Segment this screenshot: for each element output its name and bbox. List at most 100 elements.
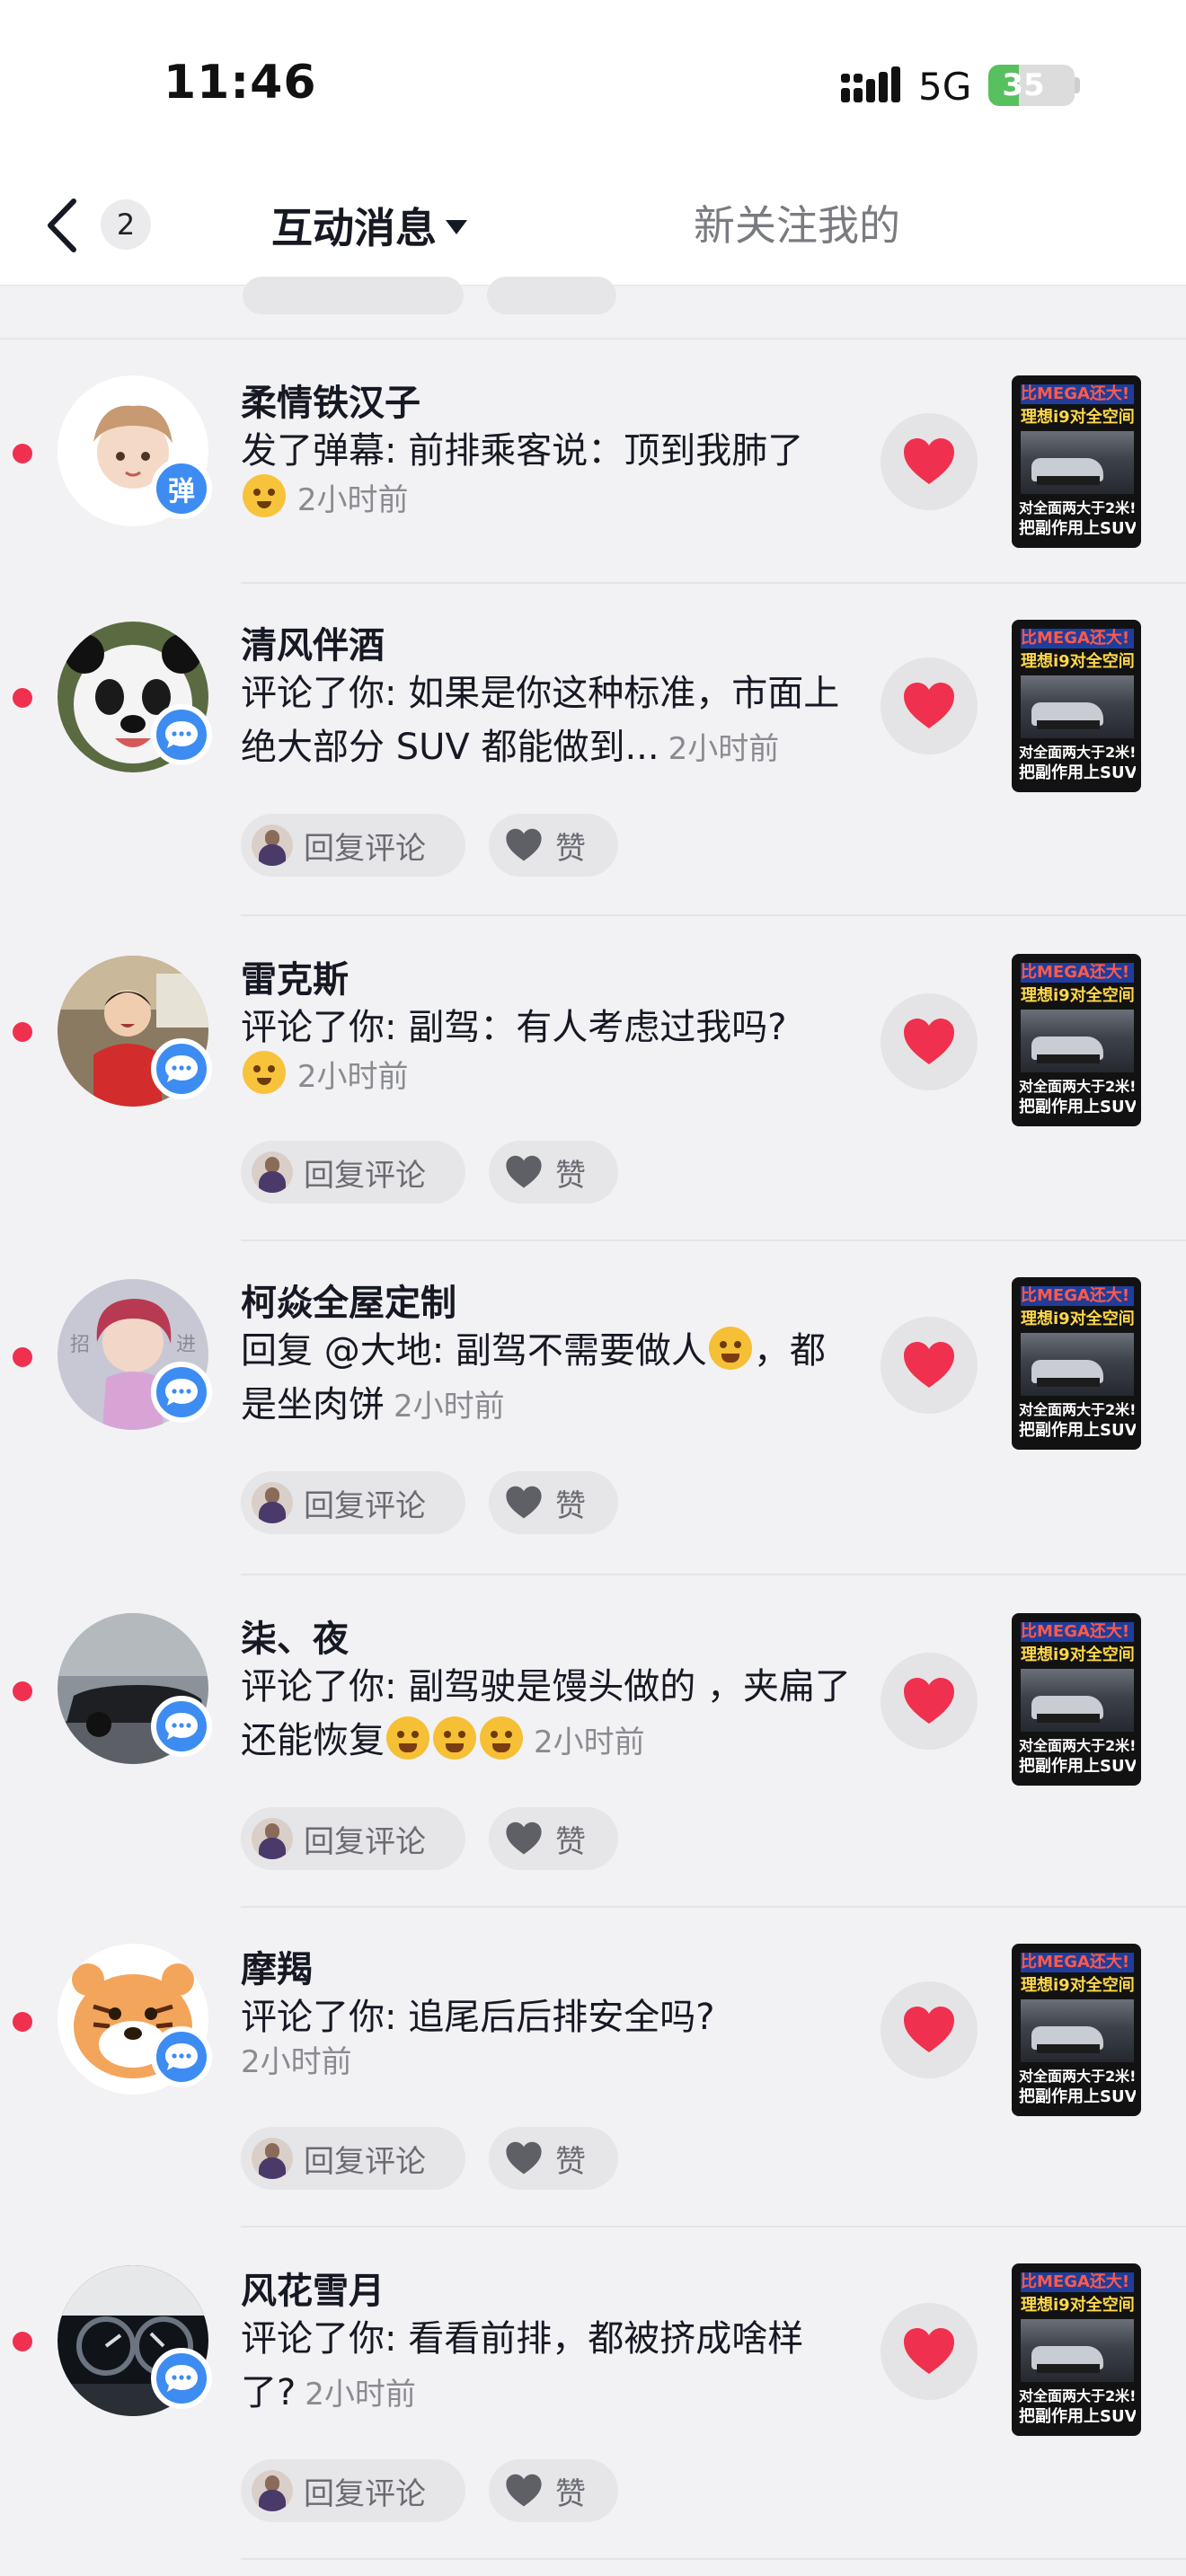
video-thumbnail[interactable]: 比MEGA还大! 理想i9对全空间 对全面两大于2米! 把副作用上SUV! (1012, 620, 1141, 792)
like-heart-button[interactable] (881, 413, 978, 510)
user-name[interactable]: 风花雪月 (241, 2262, 385, 2314)
message-text[interactable]: 评论了你: 副驾驶是馒头做的 ，夹扁了还能恢复 2小时前 (241, 1660, 852, 1769)
user-name[interactable]: 清风伴酒 (241, 616, 385, 668)
video-thumbnail[interactable]: 比MEGA还大! 理想i9对全空间 对全面两大于2米! 把副作用上SUV! (1012, 1944, 1141, 2116)
caret-down-icon[interactable] (446, 220, 467, 234)
thumb-car-image (1021, 675, 1134, 738)
message-text[interactable]: 评论了你: 追尾后后排安全吗? (241, 1990, 852, 2044)
message-row[interactable]: 招 进 柯焱全屋定制 回复 @大地: 副驾不需要做人 ，都是坐肉饼 2小时前 比ME… (0, 1241, 1186, 1575)
user-name[interactable]: 柯焱全屋定制 (241, 1274, 456, 1326)
clock: 11:46 (164, 56, 317, 110)
message-row[interactable]: 柒、夜 评论了你: 副驾驶是馒头做的 ，夹扁了还能恢复 2小时前 比MEGA还大!… (0, 1575, 1186, 1908)
time-ago: 2小时前 (296, 482, 409, 518)
heart-outline-icon (506, 2474, 542, 2507)
reply-label: 回复评论 (304, 1823, 426, 1860)
tab-interactions[interactable]: 互动消息 (271, 194, 467, 257)
like-label: 赞 (555, 1823, 586, 1860)
message-text[interactable]: 评论了你: 看看前排，都被挤成啥样了? 2小时前 (241, 2312, 852, 2422)
comment-icon (165, 1055, 198, 1082)
like-heart-button[interactable] (881, 657, 978, 754)
back-unread-count[interactable]: 2 (101, 199, 151, 250)
heart-icon (904, 1019, 954, 1064)
heart-outline-icon (506, 1486, 542, 1519)
unread-dot (13, 688, 32, 708)
thumb-car-image (1021, 431, 1134, 494)
like-heart-button[interactable] (881, 1317, 978, 1414)
reply-comment-button[interactable]: 回复评论 (241, 2459, 465, 2522)
unread-dot (13, 444, 32, 463)
heart-outline-icon (506, 1822, 542, 1855)
crying-laughing-emoji (708, 1327, 752, 1370)
like-comment-button[interactable]: 赞 (489, 1471, 618, 1534)
thumb-caption-1: 对全面两大于2米! (1019, 1737, 1136, 1754)
message-row[interactable]: 雷克斯 评论了你: 副驾：有人考虑过我吗? 2小时前 比MEGA还大! 理想i9… (0, 916, 1186, 1241)
thumb-title: 比MEGA还大! (1021, 1622, 1134, 1642)
message-text[interactable]: 回复 @大地: 副驾不需要做人 ，都是坐肉饼 2小时前 (241, 1324, 852, 1434)
nav-bar: 2 互动消息 新关注我的 (0, 171, 1186, 286)
thumb-subtitle: 理想i9对全空间 (1021, 652, 1134, 671)
comment-badge (151, 704, 212, 765)
video-thumbnail[interactable]: 比MEGA还大! 理想i9对全空间 对全面两大于2米! 把副作用上SUV! (1012, 375, 1141, 548)
video-thumbnail[interactable]: 比MEGA还大! 理想i9对全空间 对全面两大于2米! 把副作用上SUV! (1012, 1613, 1141, 1786)
message-row[interactable]: 摩羯 评论了你: 追尾后后排安全吗? 2小时前 比MEGA还大! 理想i9对全空… (0, 1908, 1186, 2228)
thumb-caption-2: 把副作用上SUV! (1019, 2087, 1136, 2106)
tab-new-followers[interactable]: 新关注我的 (694, 194, 900, 257)
reply-comment-button[interactable]: 回复评论 (241, 1807, 465, 1870)
comment-badge (151, 1038, 212, 1099)
like-heart-button[interactable] (881, 2303, 978, 2400)
user-name[interactable]: 摩羯 (241, 1940, 313, 1992)
user-name[interactable]: 柔情铁汉子 (241, 374, 420, 426)
thumb-caption-2: 把副作用上SUV! (1019, 1098, 1136, 1116)
message-row[interactable]: 弹 柔情铁汉子 发了弹幕: 前排乘客说：顶到我肺了 2小时前 比MEGA还大! … (0, 340, 1186, 584)
thumb-car-image (1021, 2319, 1134, 2382)
thumb-caption-1: 对全面两大于2米! (1019, 1078, 1136, 1095)
reply-label: 回复评论 (304, 2475, 426, 2512)
message-text[interactable]: 发了弹幕: 前排乘客说：顶到我肺了 (241, 424, 852, 478)
user-name[interactable]: 雷克斯 (241, 950, 349, 1002)
heart-icon (904, 438, 954, 484)
like-heart-button[interactable] (881, 1653, 978, 1750)
thumb-car-image (1021, 1333, 1134, 1396)
row-actions: 回复评论 赞 (241, 2127, 618, 2190)
thumb-title: 比MEGA还大! (1021, 1286, 1134, 1306)
network-type: 5G (918, 65, 972, 109)
divider (241, 2558, 1186, 2560)
like-comment-button[interactable]: 赞 (489, 1807, 618, 1870)
video-thumbnail[interactable]: 比MEGA还大! 理想i9对全空间 对全面两大于2米! 把副作用上SUV! (1012, 954, 1141, 1126)
status-bar: 11:46 5G 35 (0, 0, 1186, 171)
partial-reply-pill (243, 277, 464, 314)
message-body: 回复 @大地: 副驾不需要做人 (241, 1330, 707, 1372)
like-comment-button[interactable]: 赞 (489, 2127, 618, 2190)
like-comment-button[interactable]: 赞 (489, 1141, 618, 1204)
comment-badge (151, 2348, 212, 2409)
heart-icon (904, 683, 954, 728)
video-thumbnail[interactable]: 比MEGA还大! 理想i9对全空间 对全面两大于2米! 把副作用上SUV! (1012, 1277, 1141, 1450)
user-name[interactable]: 柒、夜 (241, 1610, 349, 1662)
heart-outline-icon (506, 828, 542, 861)
like-heart-button[interactable] (881, 1981, 978, 2078)
message-row[interactable]: 风花雪月 评论了你: 看看前排，都被挤成啥样了? 2小时前 比MEGA还大! 理想… (0, 2228, 1186, 2560)
heart-outline-icon (506, 2141, 542, 2175)
thumb-car-image (1021, 1999, 1134, 2062)
partial-row-top (0, 277, 1186, 340)
like-comment-button[interactable]: 赞 (489, 814, 618, 877)
thumb-title: 比MEGA还大! (1021, 384, 1134, 404)
reply-comment-button[interactable]: 回复评论 (241, 2127, 465, 2190)
message-time-line: 2小时前 (241, 1051, 408, 1100)
video-thumbnail[interactable]: 比MEGA还大! 理想i9对全空间 对全面两大于2米! 把副作用上SUV! (1012, 2263, 1141, 2436)
message-text[interactable]: 评论了你: 副驾：有人考虑过我吗? (241, 1001, 852, 1054)
like-heart-button[interactable] (881, 993, 978, 1090)
my-avatar (252, 1151, 293, 1193)
reply-label: 回复评论 (304, 1487, 426, 1524)
unread-dot (13, 1347, 32, 1367)
svg-text:招: 招 (70, 1334, 90, 1356)
like-comment-button[interactable]: 赞 (489, 2459, 618, 2522)
thumb-car-image (1021, 1010, 1134, 1072)
message-text[interactable]: 评论了你: 如果是你这种标准，市面上绝大部分 SUV 都能做到... 2小时前 (241, 666, 852, 776)
reply-comment-button[interactable]: 回复评论 (241, 814, 465, 877)
tab-interactions-label: 互动消息 (271, 204, 437, 252)
reply-comment-button[interactable]: 回复评论 (241, 1141, 465, 1204)
message-row[interactable]: 清风伴酒 评论了你: 如果是你这种标准，市面上绝大部分 SUV 都能做到... 2… (0, 584, 1186, 916)
reply-comment-button[interactable]: 回复评论 (241, 1471, 465, 1534)
back-arrow-icon[interactable] (41, 194, 86, 257)
